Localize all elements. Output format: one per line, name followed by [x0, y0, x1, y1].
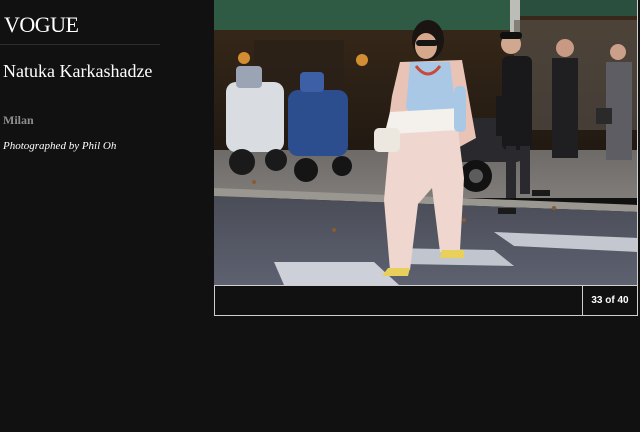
gallery-photo[interactable]	[214, 0, 638, 285]
sidebar-divider	[0, 44, 160, 45]
slide-counter: 33 of 40	[591, 295, 629, 306]
vogue-logo[interactable]: VOGUE	[4, 14, 79, 36]
location-label: Milan	[3, 113, 34, 127]
photographer-credit: Photographed by Phil Oh	[3, 140, 117, 152]
gallery-page: VOGUE Natuka Karkashadze Milan Photograp…	[0, 0, 640, 432]
caption-bar: 33 of 40	[214, 285, 638, 316]
subject-name: Natuka Karkashadze	[3, 61, 153, 81]
